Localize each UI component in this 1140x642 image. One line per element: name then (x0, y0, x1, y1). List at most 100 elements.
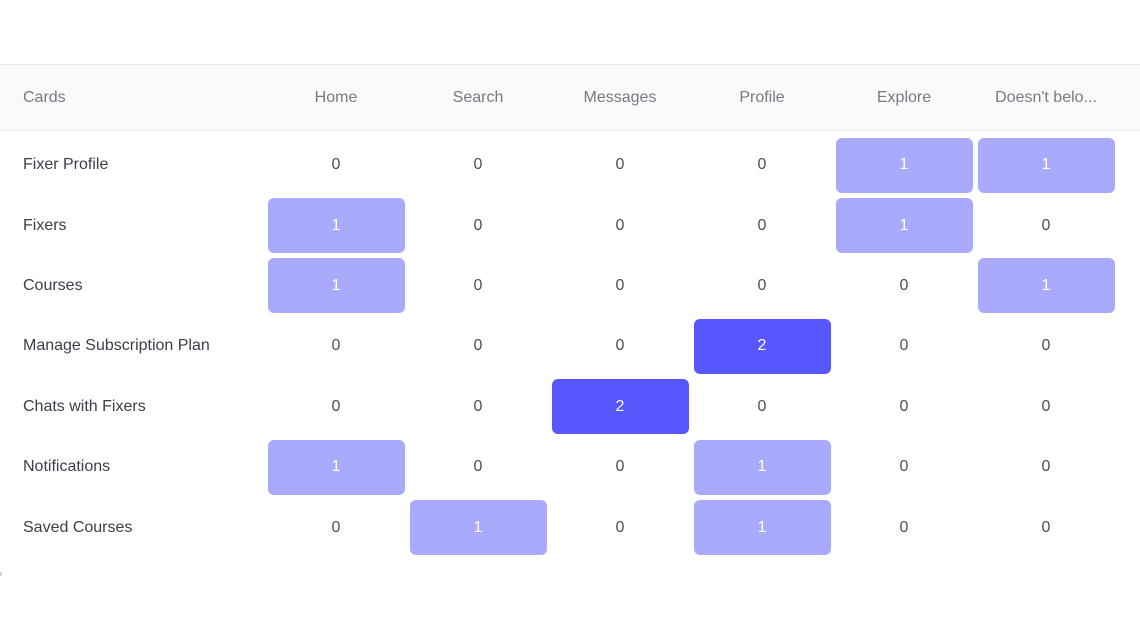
cell-value: 1 (267, 258, 405, 314)
cell-value: 1 (693, 500, 831, 556)
cell-value: 0 (757, 216, 767, 234)
cell-value: 0 (899, 518, 909, 536)
matrix-cell[interactable]: 1 (407, 497, 549, 557)
card-label: Fixer Profile (23, 156, 109, 174)
column-header-home[interactable]: Home (265, 89, 407, 107)
matrix-cell[interactable]: 1 (833, 195, 975, 255)
matrix-cell[interactable]: 2 (549, 377, 691, 437)
cell-value: 0 (615, 518, 625, 536)
matrix-cell[interactable]: 0 (407, 135, 549, 195)
cell-value: 0 (473, 156, 483, 174)
cell-value: 0 (1041, 458, 1051, 476)
edge-mark (0, 572, 2, 576)
matrix-cell[interactable]: 0 (407, 437, 549, 497)
matrix-cell[interactable]: 0 (265, 316, 407, 376)
column-header-profile[interactable]: Profile (691, 89, 833, 107)
column-header-search[interactable]: Search (407, 89, 549, 107)
matrix-cell[interactable]: 0 (691, 135, 833, 195)
cell-value: 1 (835, 137, 973, 193)
card-label: Courses (23, 276, 83, 294)
matrix-row-fixers: Fixers 1 0 0 0 1 0 (0, 195, 1140, 255)
cell-value: 0 (615, 337, 625, 355)
cell-value: 1 (693, 439, 831, 495)
matrix-cell[interactable]: 1 (975, 135, 1117, 195)
cell-value: 0 (757, 276, 767, 294)
column-header-doesnt-belong[interactable]: Doesn't belo... (975, 89, 1117, 107)
cell-value: 1 (267, 198, 405, 254)
matrix-cell[interactable]: 0 (407, 316, 549, 376)
matrix-row-saved-courses: Saved Courses 0 1 0 1 0 0 (0, 497, 1140, 557)
card-label: Saved Courses (23, 518, 133, 536)
column-header-explore[interactable]: Explore (833, 89, 975, 107)
matrix-cell[interactable]: 0 (549, 195, 691, 255)
cell-value: 1 (977, 258, 1115, 314)
card-label: Notifications (23, 458, 111, 476)
cell-value: 0 (1041, 518, 1051, 536)
matrix-cell[interactable]: 1 (691, 437, 833, 497)
cell-value: 0 (331, 397, 341, 415)
matrix-cell[interactable]: 1 (691, 497, 833, 557)
matrix-cell[interactable]: 0 (975, 377, 1117, 437)
cell-value: 0 (615, 216, 625, 234)
matrix-cell[interactable]: 1 (265, 256, 407, 316)
matrix-row-courses: Courses 1 0 0 0 0 1 (0, 256, 1140, 316)
matrix-cell[interactable]: 0 (549, 135, 691, 195)
cell-value: 0 (757, 156, 767, 174)
matrix-cell[interactable]: 0 (975, 316, 1117, 376)
matrix-cell[interactable]: 0 (549, 497, 691, 557)
matrix-cell[interactable]: 0 (833, 256, 975, 316)
matrix-cell[interactable]: 0 (691, 377, 833, 437)
cell-value: 0 (899, 397, 909, 415)
cell-value: 1 (409, 500, 547, 556)
cell-value: 0 (473, 397, 483, 415)
card-label: Manage Subscription Plan (23, 337, 210, 355)
matrix-cell[interactable]: 0 (975, 497, 1117, 557)
matrix-cell[interactable]: 0 (691, 195, 833, 255)
matrix-row-manage-subscription-plan: Manage Subscription Plan 0 0 0 2 0 0 (0, 316, 1140, 376)
matrix-cell[interactable]: 0 (691, 256, 833, 316)
matrix-cell[interactable]: 1 (265, 437, 407, 497)
matrix-cell[interactable]: 0 (549, 256, 691, 316)
cell-value: 2 (551, 379, 689, 435)
cell-value: 0 (331, 156, 341, 174)
matrix-cell[interactable]: 0 (265, 377, 407, 437)
matrix-cell[interactable]: 0 (407, 377, 549, 437)
matrix-row-chats-with-fixers: Chats with Fixers 0 0 2 0 0 0 (0, 377, 1140, 437)
matrix-cell[interactable]: 0 (265, 497, 407, 557)
matrix-row-notifications: Notifications 1 0 0 1 0 0 (0, 437, 1140, 497)
matrix-cell[interactable]: 0 (407, 195, 549, 255)
matrix-cell[interactable]: 0 (549, 437, 691, 497)
cell-value: 0 (1041, 216, 1051, 234)
matrix-cell[interactable]: 0 (549, 316, 691, 376)
matrix-cell[interactable]: 1 (975, 256, 1117, 316)
cell-value: 1 (267, 439, 405, 495)
matrix-cell[interactable]: 0 (833, 377, 975, 437)
matrix-row-fixer-profile: Fixer Profile 0 0 0 0 1 1 (0, 135, 1140, 195)
matrix-cell[interactable]: 0 (833, 497, 975, 557)
column-header-messages[interactable]: Messages (549, 89, 691, 107)
matrix-cell[interactable]: 0 (265, 135, 407, 195)
cell-value: 0 (1041, 397, 1051, 415)
cell-value: 0 (473, 216, 483, 234)
cell-value: 0 (331, 337, 341, 355)
top-bar (0, 0, 1140, 65)
matrix-cell[interactable]: 0 (407, 256, 549, 316)
card-label: Chats with Fixers (23, 397, 146, 415)
matrix-cell[interactable]: 1 (265, 195, 407, 255)
cell-value: 0 (473, 276, 483, 294)
matrix-cell[interactable]: 0 (833, 437, 975, 497)
matrix-cell[interactable]: 1 (833, 135, 975, 195)
cell-value: 0 (757, 397, 767, 415)
matrix-cell[interactable]: 2 (691, 316, 833, 376)
cards-column-header[interactable]: Cards (0, 89, 265, 107)
cell-value: 0 (615, 458, 625, 476)
matrix-cell[interactable]: 0 (975, 195, 1117, 255)
matrix-cell[interactable]: 0 (833, 316, 975, 376)
matrix-body: Fixer Profile 0 0 0 0 1 1 Fixers 1 0 0 0… (0, 131, 1140, 558)
matrix-cell[interactable]: 0 (975, 437, 1117, 497)
cell-value: 0 (899, 458, 909, 476)
card-label: Fixers (23, 216, 67, 234)
cell-value: 1 (835, 198, 973, 254)
cell-value: 0 (899, 337, 909, 355)
cell-value: 0 (899, 276, 909, 294)
